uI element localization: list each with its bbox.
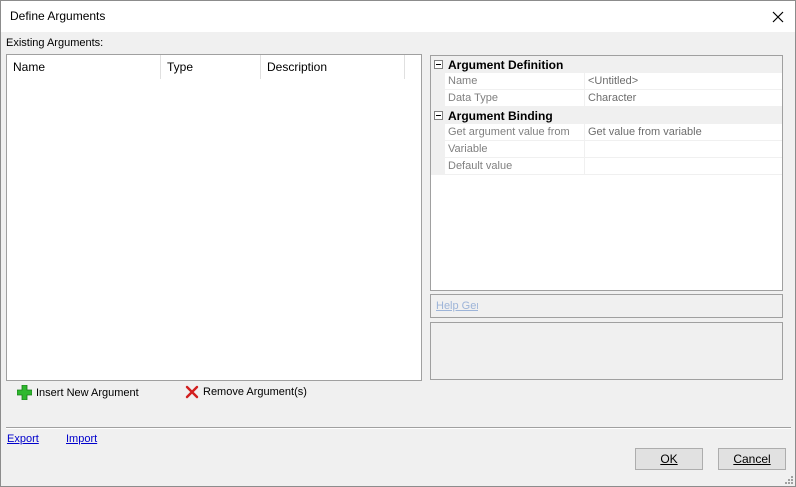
column-header-description[interactable]: Description xyxy=(261,55,405,79)
insert-argument-button[interactable]: Insert New Argument xyxy=(17,385,139,400)
define-arguments-dialog: Define Arguments Existing Arguments: Nam… xyxy=(0,0,796,487)
collapse-icon[interactable] xyxy=(434,111,443,120)
help-generator-link[interactable]: Help Generator xyxy=(436,300,478,312)
ok-button[interactable]: OK xyxy=(635,448,703,470)
category-argument-definition[interactable]: Argument Definition xyxy=(431,56,782,73)
property-value[interactable]: Character xyxy=(585,90,782,106)
collapse-icon[interactable] xyxy=(434,60,443,69)
close-icon xyxy=(772,11,784,22)
import-link[interactable]: Import xyxy=(66,433,97,445)
list-header: Name Type Description xyxy=(7,55,421,79)
property-value[interactable]: Get value from variable xyxy=(585,124,782,140)
arguments-list[interactable]: Name Type Description xyxy=(6,54,422,381)
category-label: Argument Definition xyxy=(448,57,564,72)
property-name: Variable xyxy=(445,141,585,157)
plus-icon xyxy=(17,385,32,400)
property-row-get-value-from[interactable]: Get argument value from Get value from v… xyxy=(445,124,782,141)
remove-argument-label: Remove Argument(s) xyxy=(203,386,307,398)
property-value[interactable] xyxy=(585,141,782,157)
close-button[interactable] xyxy=(761,1,795,32)
property-name: Name xyxy=(445,73,585,89)
grid-gutter xyxy=(431,73,445,107)
ok-button-label: OK xyxy=(660,452,678,466)
category-argument-binding[interactable]: Argument Binding xyxy=(431,107,782,124)
cancel-button-label: Cancel xyxy=(733,452,771,466)
category-label: Argument Binding xyxy=(448,108,553,123)
x-icon xyxy=(185,385,199,399)
insert-argument-label: Insert New Argument xyxy=(36,386,139,399)
column-header-type[interactable]: Type xyxy=(161,55,261,79)
existing-arguments-label: Existing Arguments: xyxy=(6,37,104,49)
grid-gutter xyxy=(431,124,445,175)
remove-argument-button[interactable]: Remove Argument(s) xyxy=(185,385,307,399)
property-row-default-value[interactable]: Default value xyxy=(445,158,782,175)
title-bar: Define Arguments xyxy=(1,1,795,32)
window-title: Define Arguments xyxy=(10,9,106,23)
argument-actions: Insert New Argument Remove Argument(s) xyxy=(17,385,437,403)
help-panel: Help Generator xyxy=(430,294,783,318)
export-link[interactable]: Export xyxy=(7,433,39,445)
column-header-name[interactable]: Name xyxy=(7,55,161,79)
property-row-variable[interactable]: Variable xyxy=(445,141,782,158)
property-row-name[interactable]: Name <Untitled> xyxy=(445,73,782,90)
property-value[interactable]: <Untitled> xyxy=(585,73,782,89)
footer-divider-highlight xyxy=(6,428,791,429)
property-row-data-type[interactable]: Data Type Character xyxy=(445,90,782,107)
cancel-button[interactable]: Cancel xyxy=(718,448,786,470)
property-name: Data Type xyxy=(445,90,585,106)
property-name: Default value xyxy=(445,158,585,174)
resize-grip-icon[interactable] xyxy=(785,476,793,484)
property-name: Get argument value from xyxy=(445,124,585,140)
description-panel xyxy=(430,322,783,380)
property-value[interactable] xyxy=(585,158,782,174)
property-grid[interactable]: Argument Definition Name <Untitled> Data… xyxy=(430,55,783,291)
